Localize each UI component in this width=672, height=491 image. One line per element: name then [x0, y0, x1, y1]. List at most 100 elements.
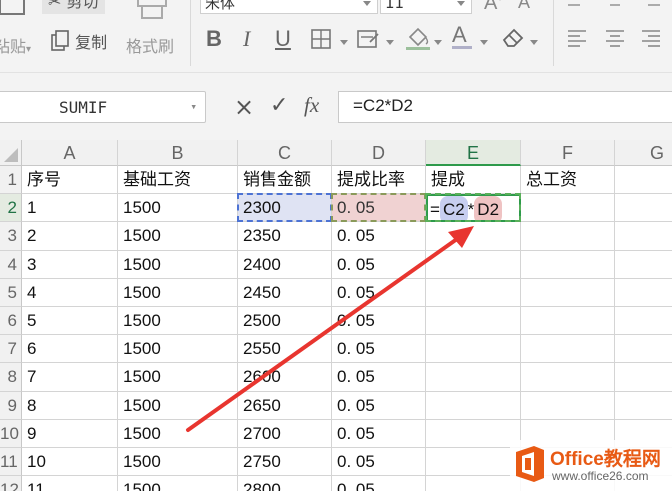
row-header-10[interactable]: 10	[0, 419, 22, 448]
cell-a4[interactable]: 3	[22, 250, 118, 279]
cell-a12[interactable]: 11	[22, 476, 118, 491]
cell-a6[interactable]: 5	[22, 307, 118, 336]
cell-d12[interactable]: 0. 05	[332, 476, 426, 491]
cell-b7[interactable]: 1500	[118, 335, 238, 364]
underline-button[interactable]: U	[275, 26, 291, 52]
align-middle-icon[interactable]	[604, 0, 626, 12]
insert-function-icon[interactable]: fx	[304, 93, 319, 118]
row-header-4[interactable]: 4	[0, 250, 22, 279]
cell-a9[interactable]: 8	[22, 391, 118, 420]
cell-c2[interactable]: 2300	[238, 194, 332, 223]
column-header-a[interactable]: A	[22, 140, 118, 166]
cell-b11[interactable]: 1500	[118, 448, 238, 477]
format-painter-icon[interactable]	[136, 0, 170, 22]
cell-c9[interactable]: 2650	[238, 391, 332, 420]
bold-button[interactable]: B	[206, 26, 222, 52]
cell-f7[interactable]	[521, 335, 615, 364]
align-right-icon[interactable]	[640, 28, 662, 48]
cell-a1[interactable]: 序号	[22, 166, 118, 195]
cell-c12[interactable]: 2800	[238, 476, 332, 491]
column-header-g[interactable]: G	[615, 140, 672, 166]
chevron-down-icon[interactable]	[434, 40, 442, 45]
cell-d2[interactable]: 0. 05	[332, 194, 426, 223]
cell-e4[interactable]	[426, 250, 521, 279]
cell-g8[interactable]	[615, 363, 672, 392]
row-header-8[interactable]: 8	[0, 363, 22, 392]
font-name-select[interactable]: 宋体	[200, 0, 378, 14]
cell-a2[interactable]: 1	[22, 194, 118, 223]
cell-d7[interactable]: 0. 05	[332, 335, 426, 364]
cell-c6[interactable]: 2500	[238, 307, 332, 336]
chevron-down-icon[interactable]: ▾	[190, 100, 197, 113]
cell-e5[interactable]	[426, 278, 521, 307]
align-center-icon[interactable]	[604, 28, 626, 48]
cell-d6[interactable]: 0. 05	[332, 307, 426, 336]
cell-d11[interactable]: 0. 05	[332, 448, 426, 477]
cell-f5[interactable]	[521, 278, 615, 307]
cell-c3[interactable]: 2350	[238, 222, 332, 251]
fill-color-button[interactable]	[404, 27, 432, 51]
font-size-select[interactable]: 11	[380, 0, 472, 14]
cell-b3[interactable]: 1500	[118, 222, 238, 251]
cell-a5[interactable]: 4	[22, 278, 118, 307]
row-header-5[interactable]: 5	[0, 278, 22, 307]
cell-c1[interactable]: 销售金额	[238, 166, 332, 195]
cell-b4[interactable]: 1500	[118, 250, 238, 279]
cell-style-button[interactable]	[356, 28, 382, 50]
cell-g3[interactable]	[615, 222, 672, 251]
cell-d5[interactable]: 0. 05	[332, 278, 426, 307]
row-header-12[interactable]: 12	[0, 476, 22, 491]
cell-c5[interactable]: 2450	[238, 278, 332, 307]
select-all-corner[interactable]	[0, 140, 22, 166]
cell-d1[interactable]: 提成比率	[332, 166, 426, 195]
italic-button[interactable]: I	[243, 26, 250, 52]
cell-e8[interactable]	[426, 363, 521, 392]
cell-g6[interactable]	[615, 307, 672, 336]
border-button[interactable]	[310, 28, 334, 50]
row-header-7[interactable]: 7	[0, 335, 22, 364]
column-header-c[interactable]: C	[238, 140, 332, 166]
cell-e3[interactable]	[426, 222, 521, 251]
row-header-9[interactable]: 9	[0, 391, 22, 420]
increase-font-icon[interactable]: A+	[484, 0, 503, 15]
paste-button[interactable]: 粘贴▾	[0, 33, 31, 57]
chevron-down-icon[interactable]	[480, 40, 488, 45]
cell-b2[interactable]: 1500	[118, 194, 238, 223]
enter-icon[interactable]: ✓	[270, 93, 288, 118]
cell-f3[interactable]	[521, 222, 615, 251]
cell-b10[interactable]: 1500	[118, 419, 238, 448]
cell-b5[interactable]: 1500	[118, 278, 238, 307]
column-header-b[interactable]: B	[118, 140, 238, 166]
cell-a11[interactable]: 10	[22, 448, 118, 477]
cell-e9[interactable]	[426, 391, 521, 420]
align-left-icon[interactable]	[566, 28, 588, 48]
cell-e11[interactable]	[426, 448, 521, 477]
chevron-down-icon[interactable]	[386, 40, 394, 45]
cell-e12[interactable]	[426, 476, 521, 491]
cell-b6[interactable]: 1500	[118, 307, 238, 336]
cell-g9[interactable]	[615, 392, 672, 420]
cell-b8[interactable]: 1500	[118, 363, 238, 392]
cell-f8[interactable]	[521, 363, 615, 392]
column-header-f[interactable]: F	[521, 140, 615, 166]
clear-format-button[interactable]	[500, 26, 528, 48]
cell-f1[interactable]: 总工资	[521, 166, 615, 195]
chevron-down-icon[interactable]	[530, 40, 538, 45]
cell-g4[interactable]	[615, 251, 672, 279]
row-header-6[interactable]: 6	[0, 307, 22, 336]
cell-d3[interactable]: 0. 05	[332, 222, 426, 251]
cell-f9[interactable]	[521, 391, 615, 420]
cell-d8[interactable]: 0. 05	[332, 363, 426, 392]
cell-g7[interactable]	[615, 335, 672, 364]
cancel-icon[interactable]: ×	[234, 93, 254, 121]
cell-a3[interactable]: 2	[22, 222, 118, 251]
column-header-d[interactable]: D	[332, 140, 426, 166]
row-header-2[interactable]: 2	[0, 194, 22, 223]
cell-e7[interactable]	[426, 335, 521, 364]
row-header-1[interactable]: 1	[0, 166, 22, 195]
row-header-3[interactable]: 3	[0, 222, 22, 251]
cell-f2[interactable]	[521, 194, 615, 223]
cell-c4[interactable]: 2400	[238, 250, 332, 279]
decrease-font-icon[interactable]: A-	[518, 0, 533, 13]
cell-c8[interactable]: 2600	[238, 363, 332, 392]
